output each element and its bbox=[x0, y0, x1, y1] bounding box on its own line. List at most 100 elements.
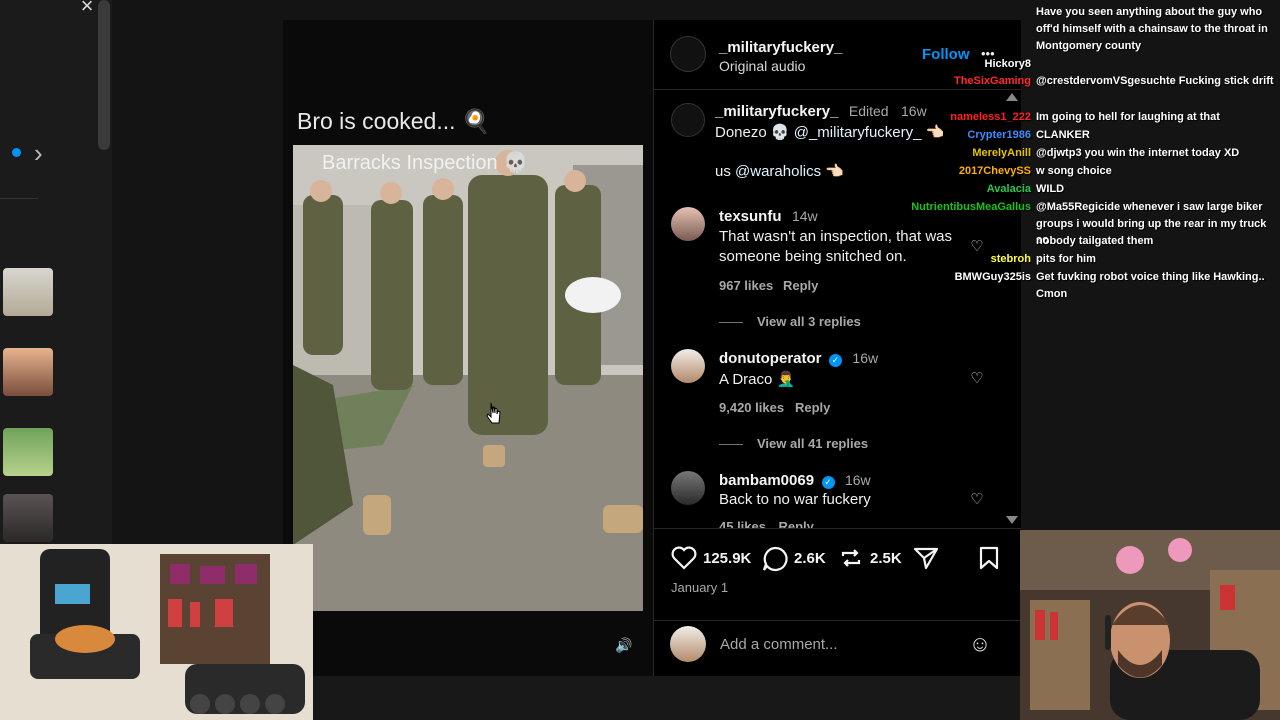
mention-link[interactable]: @waraholics bbox=[735, 163, 821, 180]
chat-message: Have you seen anything about the guy who bbox=[1036, 6, 1263, 18]
owner-comment-line2: us @waraholics 👈🏻 bbox=[715, 162, 844, 180]
author-username[interactable]: _militaryfuckery_ bbox=[719, 39, 842, 56]
streamer-webcam bbox=[1020, 530, 1280, 720]
comment-heart-icon[interactable]: ♡ bbox=[968, 370, 986, 388]
edited-label: Edited bbox=[848, 103, 889, 119]
comment-likes[interactable]: 967 likes bbox=[719, 278, 773, 293]
volume-icon[interactable]: 🔊 bbox=[613, 637, 635, 659]
comment-username[interactable]: donutoperator bbox=[719, 350, 822, 367]
comment-avatar[interactable] bbox=[671, 349, 705, 383]
comment-time: 16w bbox=[901, 103, 927, 119]
comment-time: 14w bbox=[791, 208, 818, 224]
mouse-cursor bbox=[486, 402, 502, 424]
comment-meta: donutoperator ✓ 16w bbox=[719, 350, 878, 368]
comment-footer: 45 likes Reply bbox=[719, 518, 814, 528]
mention-link[interactable]: @_militaryfuckery_ bbox=[794, 124, 922, 141]
chat-username[interactable]: BMWGuy325is bbox=[955, 269, 1031, 285]
chat-username[interactable]: NutrientibusMeaGallus bbox=[911, 199, 1031, 215]
chat-message: w song choice bbox=[1036, 165, 1112, 177]
chevron-right-icon[interactable]: › bbox=[34, 138, 54, 168]
chat-message: Im going to hell for laughing at that bbox=[1036, 111, 1220, 123]
add-comment-bar: Add a comment... ☺ bbox=[653, 620, 1021, 676]
video-player[interactable] bbox=[293, 145, 643, 611]
close-icon[interactable]: × bbox=[76, 0, 98, 18]
comment-meta: texsunfu 14w bbox=[719, 208, 818, 226]
repost-count[interactable]: 2.5K bbox=[870, 550, 902, 567]
comment-username[interactable]: texsunfu bbox=[719, 208, 782, 225]
chat-message: pits for him bbox=[1036, 253, 1096, 265]
comment-avatar[interactable] bbox=[671, 471, 705, 505]
post-date: January 1 bbox=[671, 580, 729, 595]
reply-button[interactable]: Reply bbox=[795, 400, 830, 415]
comment-likes[interactable]: 9,420 likes bbox=[719, 400, 784, 415]
view-replies-button[interactable]: View all 41 replies bbox=[719, 436, 868, 451]
chat-message: Montgomery county bbox=[1036, 40, 1142, 52]
comment-text: 👈🏻 bbox=[821, 163, 844, 180]
comment-text: someone being snitched on. bbox=[719, 248, 907, 265]
comment-avatar[interactable] bbox=[671, 207, 705, 241]
streamer-webcam-frame bbox=[1020, 530, 1280, 720]
owner-comment-line1: Donezo 💀 @_militaryfuckery_ 👈🏻 bbox=[715, 123, 944, 141]
chat-message: off'd himself with a chainsaw to the thr… bbox=[1036, 23, 1268, 35]
comment-text: Donezo 💀 bbox=[715, 124, 794, 141]
room-webcam-frame bbox=[0, 544, 313, 720]
bottom-bar bbox=[313, 676, 1020, 720]
comment-icon[interactable] bbox=[762, 546, 788, 572]
chat-message: WILD bbox=[1036, 183, 1065, 195]
comment-count[interactable]: 2.6K bbox=[794, 550, 826, 567]
chat-username[interactable]: stebroh bbox=[991, 251, 1031, 267]
left-sidebar: › bbox=[0, 0, 112, 545]
comment-time: 16w bbox=[852, 350, 879, 366]
add-comment-input[interactable]: Add a comment... bbox=[720, 636, 838, 653]
comment-text: Back to no war fuckery bbox=[719, 491, 871, 508]
chat-username[interactable]: 2017ChevySS bbox=[959, 163, 1031, 179]
comment-text: us bbox=[715, 163, 736, 180]
comment-username[interactable]: _militaryfuckery_ bbox=[715, 103, 838, 120]
reel-thumbnail[interactable] bbox=[3, 268, 53, 316]
chat-message: @crestdervomVSgesuchte Fucking stick dri… bbox=[1036, 75, 1274, 87]
verified-badge-icon: ✓ bbox=[828, 354, 842, 367]
comment-heart-icon[interactable]: ♡ bbox=[968, 491, 986, 509]
reply-button[interactable]: Reply bbox=[783, 278, 818, 293]
comment-avatar[interactable] bbox=[671, 103, 705, 137]
reel-thumbnail[interactable] bbox=[3, 494, 53, 542]
chat-message: CLANKER bbox=[1036, 129, 1090, 141]
emoji-icon[interactable]: ☺ bbox=[967, 631, 993, 657]
post-actions: 125.9K 2.6K 2.5K January 1 bbox=[653, 528, 1021, 620]
bookmark-icon[interactable] bbox=[978, 546, 1000, 570]
view-replies-button[interactable]: View all 3 replies bbox=[719, 314, 861, 329]
share-icon[interactable] bbox=[913, 546, 939, 570]
comment-meta: bambam0069 ✓ 16w bbox=[719, 472, 871, 490]
sidebar-scrollbar[interactable] bbox=[98, 0, 110, 150]
comment-text: A Draco 🤦‍♂️ bbox=[719, 371, 796, 388]
notification-dot bbox=[12, 148, 21, 157]
comment-text: 👈🏻 bbox=[921, 124, 945, 141]
chat-message: Get fuvking robot voice thing like Hawki… bbox=[1036, 271, 1265, 283]
reply-button[interactable]: Reply bbox=[778, 519, 813, 528]
comment-time: 16w bbox=[844, 472, 871, 488]
repost-icon[interactable] bbox=[839, 546, 863, 570]
chat-message: Cmon bbox=[1036, 288, 1068, 300]
audio-label[interactable]: Original audio bbox=[719, 58, 805, 74]
chat-username[interactable]: Crypter1986 bbox=[967, 127, 1031, 143]
reel-thumbnail[interactable] bbox=[3, 428, 53, 476]
chat-username[interactable]: Hickory8 bbox=[985, 56, 1031, 72]
chat-message: @Ma55Regicide whenever i saw large biker bbox=[1036, 201, 1263, 213]
scroll-down-icon[interactable] bbox=[1006, 516, 1018, 524]
reel-thumbnail[interactable] bbox=[3, 348, 53, 396]
chat-username[interactable]: TheSixGaming bbox=[954, 73, 1031, 89]
verified-badge-icon: ✓ bbox=[821, 476, 835, 489]
author-avatar[interactable] bbox=[670, 36, 706, 72]
chat-message: nobody tailgated them bbox=[1036, 235, 1154, 247]
chat-username[interactable]: MerelyAnill bbox=[972, 145, 1031, 161]
chat-username[interactable]: Avalacia bbox=[987, 181, 1031, 197]
comment-text: That wasn't an inspection, that was bbox=[719, 228, 952, 245]
like-count[interactable]: 125.9K bbox=[703, 550, 751, 567]
like-icon[interactable] bbox=[671, 546, 697, 570]
comment-username[interactable]: bambam0069 bbox=[719, 472, 814, 489]
video-frame bbox=[293, 145, 643, 611]
comment-likes[interactable]: 45 likes bbox=[719, 519, 766, 528]
owner-comment-meta: _militaryfuckery_ Edited 16w bbox=[715, 103, 927, 121]
chat-message: @djwtp3 you win the internet today XD bbox=[1036, 147, 1240, 159]
chat-username[interactable]: nameless1_222 bbox=[950, 109, 1031, 125]
